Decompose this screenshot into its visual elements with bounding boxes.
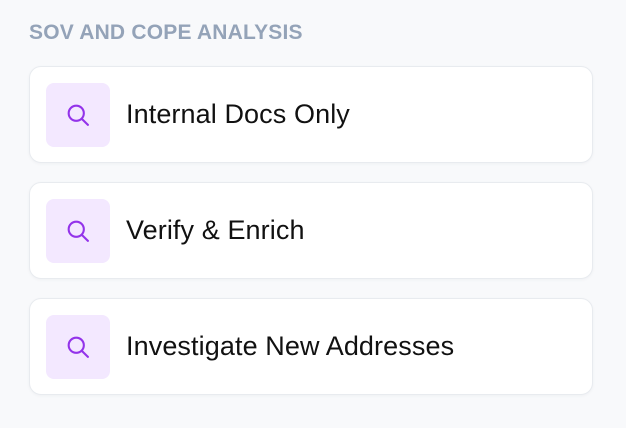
option-label: Internal Docs Only [126,99,350,129]
search-icon-container [46,198,110,263]
option-label: Investigate New Addresses [126,331,455,361]
search-icon [67,104,89,126]
search-icon-container [46,82,110,147]
option-verify-and-enrich[interactable]: Verify & Enrich [29,182,593,279]
search-icon [67,220,89,242]
option-label: Verify & Enrich [126,215,305,245]
search-icon-container [46,314,110,379]
search-icon [67,336,89,358]
option-investigate-new-addresses[interactable]: Investigate New Addresses [29,298,593,395]
analysis-option-list: Internal Docs Only Verify & Enrich Inves… [29,66,593,395]
section-title: SOV AND COPE ANALYSIS [29,21,303,44]
sov-cope-analysis-panel: SOV AND COPE ANALYSIS Internal Docs Only… [0,0,626,428]
option-internal-docs-only[interactable]: Internal Docs Only [29,66,593,163]
